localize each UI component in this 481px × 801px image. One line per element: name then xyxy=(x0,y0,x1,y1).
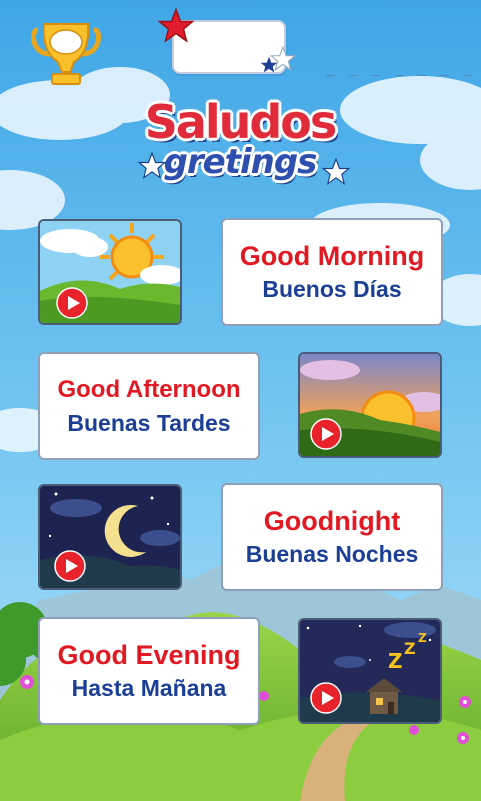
greeting-card-good-evening[interactable]: Good Evening Hasta Mañana xyxy=(38,617,260,725)
sparkle-star-icon xyxy=(138,152,166,180)
greeting-spanish: Buenas Noches xyxy=(245,541,419,567)
play-button-icon[interactable] xyxy=(54,550,86,582)
svg-text:Z: Z xyxy=(404,639,416,658)
svg-text:Z: Z xyxy=(418,631,427,645)
progress-dashes: _ _ _ _ _ _ _ xyxy=(326,60,475,76)
good-afternoon-video-thumbnail[interactable] xyxy=(298,352,442,458)
greeting-card-goodnight[interactable]: Goodnight Buenas Noches xyxy=(221,483,443,591)
greeting-card-good-afternoon[interactable]: Good Afternoon Buenas Tardes xyxy=(38,352,260,460)
blue-star-icon xyxy=(260,56,278,73)
red-star-icon xyxy=(158,8,194,43)
greeting-card-good-morning[interactable]: Good Morning Buenos Días xyxy=(221,218,443,326)
title-main: Saludos xyxy=(144,95,338,149)
good-evening-video-thumbnail[interactable]: Z Z Z xyxy=(298,618,442,724)
svg-text:Z: Z xyxy=(388,649,403,673)
play-button-icon[interactable] xyxy=(310,682,342,714)
good-morning-video-thumbnail[interactable] xyxy=(38,219,182,325)
greeting-spanish: Buenas Tardes xyxy=(67,410,231,436)
play-button-icon[interactable] xyxy=(56,287,88,319)
sparkle-star-icon xyxy=(322,158,350,186)
goodnight-video-thumbnail[interactable] xyxy=(38,484,182,590)
greeting-english: Goodnight xyxy=(263,506,401,536)
play-button-icon[interactable] xyxy=(310,418,342,450)
greeting-spanish: Buenos Días xyxy=(262,276,402,302)
trophy-icon[interactable] xyxy=(30,22,102,88)
greeting-english: Good Morning xyxy=(239,241,425,271)
greeting-spanish: Hasta Mañana xyxy=(71,675,227,701)
greeting-english: Good Afternoon xyxy=(57,376,241,403)
greeting-english: Good Evening xyxy=(57,640,241,670)
